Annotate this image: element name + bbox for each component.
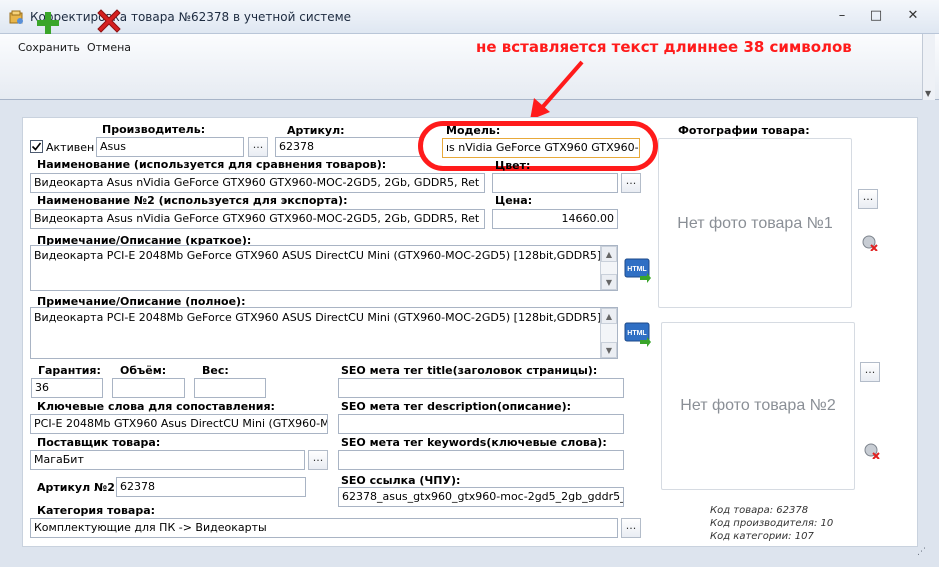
short-desc-text: Видеокарта PCI-E 2048Mb GeForce GTX960 A…	[34, 249, 618, 262]
warranty-field[interactable]: 36	[31, 378, 103, 398]
supplier-select-button[interactable]: ...	[308, 450, 328, 470]
article-label: Артикул:	[287, 124, 345, 137]
article2-label: Артикул №2:	[37, 481, 120, 494]
seo-keywords-field[interactable]	[338, 450, 624, 470]
manufacturer-select-button[interactable]: ...	[248, 137, 268, 157]
minimize-button[interactable]: –	[833, 8, 851, 24]
full-desc-memo[interactable]: Видеокарта PCI-E 2048Mb GeForce GTX960 A…	[30, 307, 618, 359]
full-desc-text: Видеокарта PCI-E 2048Mb GeForce GTX960 A…	[34, 311, 618, 324]
color-field[interactable]	[492, 173, 618, 193]
category-label: Категория товара:	[37, 504, 156, 517]
name-label: Наименование (используется для сравнения…	[37, 158, 387, 171]
photo-slot-2[interactable]: Нет фото товара №2	[661, 322, 855, 490]
color-select-button[interactable]: ...	[621, 173, 641, 193]
html-badge-text: HTML	[627, 330, 647, 337]
short-desc-memo[interactable]: Видеокарта PCI-E 2048Mb GeForce GTX960 A…	[30, 245, 618, 291]
category-code-text: Код категории: 107	[710, 531, 814, 542]
delete-photo-1-icon[interactable]	[862, 235, 878, 252]
volume-label: Объём:	[120, 364, 167, 377]
photo-2-browse-button[interactable]: ...	[860, 362, 880, 382]
delete-photo-2-icon[interactable]	[864, 443, 880, 460]
seo-description-label: SEO мета тег description(описание):	[341, 400, 572, 413]
highlight-ring	[418, 121, 658, 171]
html-editor-button-full[interactable]: HTML	[624, 320, 652, 348]
seo-keywords-label: SEO мета тег keywords(ключевые слова):	[341, 436, 607, 449]
photos-label: Фотографии товара:	[678, 124, 810, 137]
manufacturer-field[interactable]: Asus	[96, 137, 244, 157]
full-desc-scrollbar[interactable]: ▲ ▼	[600, 308, 617, 358]
photo-1-placeholder: Нет фото товара №1	[677, 215, 833, 232]
product-code-text: Код товара: 62378	[710, 505, 809, 516]
supplier-label: Поставщик товара:	[37, 436, 161, 449]
cancel-button[interactable]: Отмена	[79, 4, 139, 62]
name2-field[interactable]: Видеокарта Asus nVidia GeForce GTX960 GT…	[30, 209, 485, 229]
maximize-button[interactable]: □	[867, 8, 885, 24]
article-field[interactable]: 62378	[275, 137, 421, 157]
status-strip	[0, 549, 939, 567]
close-button[interactable]: ✕	[904, 8, 922, 24]
keywords-match-field[interactable]: PCI-E 2048Mb GTX960 Asus DirectCU Mini (…	[30, 414, 328, 434]
article2-field[interactable]: 62378	[116, 477, 306, 497]
warranty-label: Гарантия:	[38, 364, 101, 377]
weight-label: Вес:	[202, 364, 229, 377]
save-label: Сохранить	[18, 41, 80, 54]
manufacturer-code-text: Код производителя: 10	[710, 518, 834, 529]
price-label: Цена:	[495, 194, 533, 207]
supplier-field[interactable]: МагаБит	[30, 450, 305, 470]
annotation-text: не вставляется текст длиннее 38 символов	[476, 38, 852, 56]
annotation-arrow	[530, 60, 584, 120]
price-field[interactable]: 14660.00	[492, 209, 618, 229]
scroll-down-icon[interactable]: ▼	[601, 342, 617, 358]
save-button[interactable]: Сохранить	[18, 4, 80, 62]
toolbar-scrollbar[interactable]: ▼	[922, 34, 935, 100]
active-label: Активен	[46, 141, 95, 154]
seo-title-field[interactable]	[338, 378, 624, 398]
plus-icon	[37, 12, 59, 34]
category-field[interactable]: Комплектующие для ПК -> Видеокарты	[30, 518, 618, 538]
manufacturer-label: Производитель:	[102, 123, 206, 136]
photo-1-browse-button[interactable]: ...	[858, 189, 878, 209]
color-label: Цвет:	[495, 159, 531, 172]
active-checkbox[interactable]	[30, 140, 43, 153]
weight-field[interactable]	[194, 378, 266, 398]
name2-label: Наименование №2 (используется для экспор…	[37, 194, 348, 207]
photo-slot-1[interactable]: Нет фото товара №1	[658, 138, 852, 308]
seo-description-field[interactable]	[338, 414, 624, 434]
name-field[interactable]: Видеокарта Asus nVidia GeForce GTX960 GT…	[30, 173, 485, 193]
category-select-button[interactable]: ...	[621, 518, 641, 538]
seo-link-field[interactable]: 62378_asus_gtx960_gtx960-moc-2gd5_2gb_gd…	[338, 487, 624, 507]
seo-title-label: SEO мета тег title(заголовок страницы):	[341, 364, 598, 377]
html-badge-text: HTML	[627, 266, 647, 273]
short-desc-scrollbar[interactable]: ▲ ▼	[600, 246, 617, 290]
scroll-up-icon[interactable]: ▲	[601, 308, 617, 324]
scroll-down-icon[interactable]: ▼	[601, 274, 617, 290]
cancel-label: Отмена	[86, 41, 132, 54]
keywords-match-label: Ключевые слова для сопоставления:	[37, 400, 275, 413]
photo-2-placeholder: Нет фото товара №2	[680, 397, 836, 414]
volume-field[interactable]	[112, 378, 185, 398]
scroll-up-icon[interactable]: ▲	[601, 246, 617, 262]
close-x-icon	[97, 9, 121, 33]
seo-link-label: SEO ссылка (ЧПУ):	[341, 474, 461, 487]
html-editor-button-short[interactable]: HTML	[624, 256, 652, 284]
resize-grip-icon[interactable]: ⋰	[917, 547, 926, 557]
